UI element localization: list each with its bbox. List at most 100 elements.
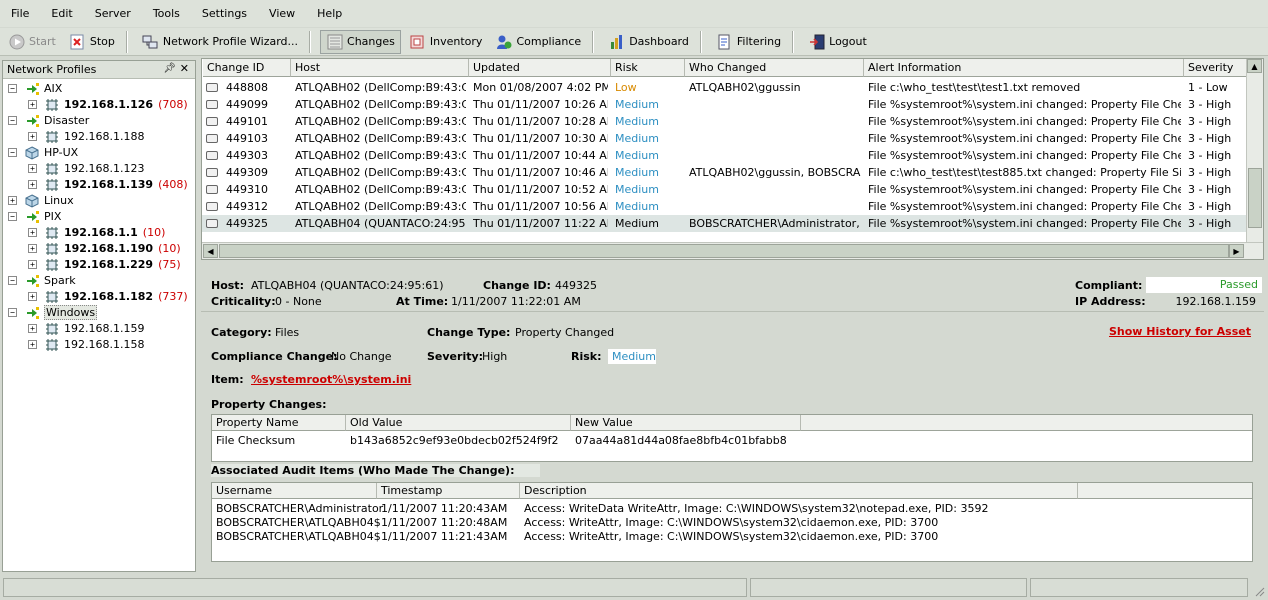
network-profile-wizard-button[interactable]: Network Profile Wizard... <box>137 30 303 54</box>
column-header-property-name[interactable]: Property Name <box>212 415 346 431</box>
expand-icon[interactable]: + <box>28 228 37 237</box>
tree-item-label: HP-UX <box>44 146 78 159</box>
tree-item-label: Linux <box>44 194 74 207</box>
dashboard-button[interactable]: Dashboard <box>603 30 694 54</box>
menu-view[interactable]: View <box>258 7 306 20</box>
tree-group-item[interactable]: − Disaster <box>3 113 195 129</box>
column-header-change-id[interactable]: Change ID <box>203 59 291 77</box>
tree-host-item[interactable]: +192.168.1.182 (737) <box>3 289 195 305</box>
collapse-icon[interactable]: − <box>8 308 17 317</box>
expand-icon[interactable]: + <box>28 260 37 269</box>
stop-button[interactable]: Stop <box>64 30 120 54</box>
tree-host-item[interactable]: +192.168.1.126 (708) <box>3 97 195 113</box>
table-row[interactable]: 449312 ATLQABH02 (DellComp:B9:43:C7) Thu 0… <box>202 198 1247 215</box>
horizontal-scrollbar[interactable]: ◀ ▶ <box>202 242 1263 259</box>
menu-help[interactable]: Help <box>306 7 353 20</box>
category-label: Category: <box>211 326 272 339</box>
expand-icon[interactable]: + <box>28 292 37 301</box>
tree-host-item[interactable]: +192.168.1.123 <box>3 161 195 177</box>
host-chip-icon <box>45 162 59 176</box>
column-header-old-value[interactable]: Old Value <box>346 415 571 431</box>
expand-icon[interactable]: + <box>28 180 37 189</box>
expand-icon[interactable]: + <box>28 100 37 109</box>
inventory-button[interactable]: Inventory <box>404 30 488 54</box>
tree-item-text: 192.168.1.190 <box>64 242 154 255</box>
column-header-timestamp[interactable]: Timestamp <box>377 483 520 499</box>
table-row[interactable]: 449103 ATLQABH02 (DellComp:B9:43:C7) Thu 0… <box>202 130 1247 147</box>
table-row[interactable]: 449325 ATLQABH04 (QUANTACO:24:95... Thu 01… <box>202 215 1247 232</box>
tree-group-item[interactable]: − Spark <box>3 273 195 289</box>
table-row[interactable]: 449101 ATLQABH02 (DellComp:B9:43:C7) Thu 0… <box>202 113 1247 130</box>
column-header-username[interactable]: Username <box>212 483 377 499</box>
collapse-icon[interactable]: − <box>8 84 17 93</box>
alert-information-cell: File c:\who_test\test\test1.txt removed <box>868 81 1081 94</box>
collapse-icon[interactable]: − <box>8 148 17 157</box>
vertical-scrollbar[interactable]: ▲ <box>1246 59 1263 242</box>
table-row[interactable]: 449099 ATLQABH02 (DellComp:B9:43:C7) Thu 0… <box>202 96 1247 113</box>
tree-host-item[interactable]: +192.168.1.1 (10) <box>3 225 195 241</box>
logout-button[interactable]: Logout <box>803 30 872 54</box>
expand-icon[interactable]: + <box>28 324 37 333</box>
show-history-link[interactable]: Show History for Asset <box>1109 325 1251 338</box>
table-row[interactable]: 449303 ATLQABH02 (DellComp:B9:43:C7) Thu 0… <box>202 147 1247 164</box>
expand-icon[interactable]: + <box>28 164 37 173</box>
table-row[interactable]: 449310 ATLQABH02 (DellComp:B9:43:C7) Thu 0… <box>202 181 1247 198</box>
tree-group-item[interactable]: + Linux <box>3 193 195 209</box>
pin-icon[interactable]: 📌︎ <box>163 63 176 74</box>
column-header-updated[interactable]: Updated <box>469 59 611 77</box>
tree-group-item[interactable]: − PIX <box>3 209 195 225</box>
resize-grip-icon[interactable] <box>1253 585 1265 597</box>
column-header-alert-information[interactable]: Alert Information <box>864 59 1184 77</box>
column-header-new-value[interactable]: New Value <box>571 415 801 431</box>
filtering-button[interactable]: Filtering <box>711 30 786 54</box>
compliance-button[interactable]: Compliance <box>490 30 586 54</box>
tree-item-text: 192.168.1.126 <box>64 98 154 111</box>
changes-button[interactable]: Changes <box>320 29 401 54</box>
menu-tools[interactable]: Tools <box>142 7 191 20</box>
menu-settings[interactable]: Settings <box>191 7 258 20</box>
expand-icon[interactable]: + <box>28 340 37 349</box>
column-header-severity[interactable]: Severity <box>1184 59 1248 77</box>
risk-cell: Medium <box>615 200 659 213</box>
table-row[interactable]: 448808 ATLQABH02 (DellComp:B9:43:C7) Mon 0… <box>202 79 1247 96</box>
expand-icon[interactable]: + <box>8 196 17 205</box>
column-header-risk[interactable]: Risk <box>611 59 685 77</box>
column-header-who-changed[interactable]: Who Changed <box>685 59 864 77</box>
scroll-left-icon[interactable]: ◀ <box>203 244 218 258</box>
column-header-host[interactable]: Host <box>291 59 469 77</box>
menu-edit[interactable]: Edit <box>40 7 83 20</box>
horizontal-scroll-thumb[interactable] <box>219 244 1229 258</box>
tree-group-item[interactable]: − HP-UX <box>3 145 195 161</box>
expand-icon[interactable]: + <box>28 244 37 253</box>
changes-list-icon <box>326 33 343 50</box>
dashboard-label: Dashboard <box>629 35 689 48</box>
tree-group-item[interactable]: − Windows <box>3 305 195 321</box>
who-changed-cell <box>689 96 861 113</box>
tree-host-item[interactable]: +192.168.1.188 <box>3 129 195 145</box>
category-value: Files <box>275 326 300 339</box>
tree-host-item[interactable]: +192.168.1.229 (75) <box>3 257 195 273</box>
tree-item-label: 192.168.1.158 <box>64 338 144 351</box>
tree-host-item[interactable]: +192.168.1.139 (408) <box>3 177 195 193</box>
menu-server[interactable]: Server <box>84 7 142 20</box>
table-row[interactable]: 449309 ATLQABH02 (DellComp:B9:43:C7) Thu 0… <box>202 164 1247 181</box>
scroll-right-icon[interactable]: ▶ <box>1229 244 1244 258</box>
expand-icon[interactable]: + <box>28 132 37 141</box>
menu-file[interactable]: File <box>0 7 40 20</box>
updated-cell: Thu 01/11/2007 10:26 AM <box>473 98 608 111</box>
tree-group-item[interactable]: − AIX <box>3 81 195 97</box>
host-chip-icon <box>45 98 59 112</box>
item-link[interactable]: %systemroot%\system.ini <box>251 373 411 386</box>
close-icon[interactable]: ✕ <box>180 62 189 75</box>
collapse-icon[interactable]: − <box>8 116 17 125</box>
collapse-icon[interactable]: − <box>8 276 17 285</box>
column-header-description[interactable]: Description <box>520 483 1078 499</box>
start-button[interactable]: Start <box>3 30 61 54</box>
tree-host-item[interactable]: +192.168.1.158 <box>3 337 195 353</box>
vertical-scroll-thumb[interactable] <box>1248 168 1262 228</box>
collapse-icon[interactable]: − <box>8 212 17 221</box>
tree-host-item[interactable]: +192.168.1.159 <box>3 321 195 337</box>
compliant-label: Compliant: <box>1075 279 1143 292</box>
scroll-up-icon[interactable]: ▲ <box>1247 59 1262 73</box>
tree-host-item[interactable]: +192.168.1.190 (10) <box>3 241 195 257</box>
